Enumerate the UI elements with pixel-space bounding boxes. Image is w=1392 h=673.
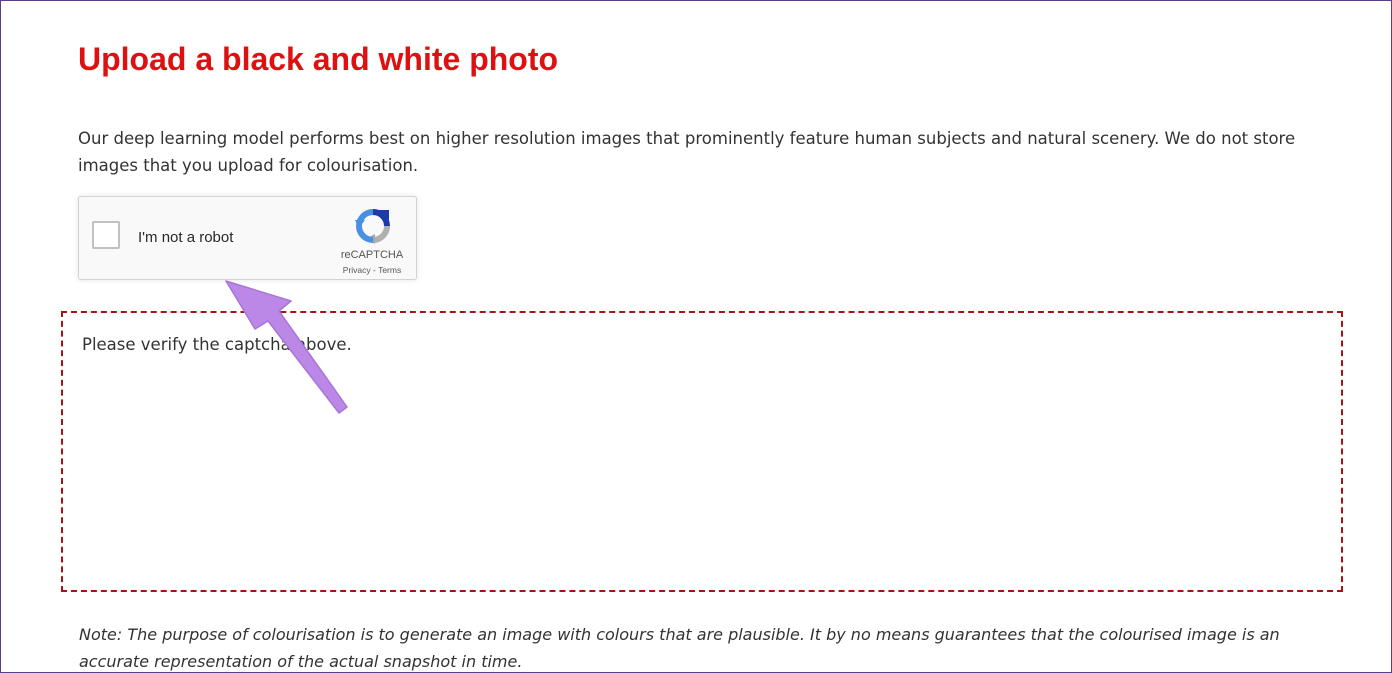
- captcha-label: I'm not a robot: [138, 229, 234, 246]
- terms-link[interactable]: Terms: [378, 265, 401, 275]
- captcha-links: Privacy - Terms: [326, 265, 418, 275]
- dropzone-message: Please verify the captcha above.: [82, 335, 352, 354]
- recaptcha-brand: reCAPTCHA: [340, 249, 404, 261]
- upload-dropzone[interactable]: Please verify the captcha above.: [61, 311, 1343, 592]
- captcha-checkbox[interactable]: [92, 221, 120, 249]
- page-frame: Upload a black and white photo Our deep …: [0, 0, 1392, 673]
- recaptcha-widget: I'm not a robot reCAPTCHA Privacy - Term…: [78, 196, 417, 280]
- intro-text: Our deep learning model performs best on…: [78, 129, 1296, 175]
- page-title: Upload a black and white photo: [78, 41, 559, 77]
- link-separator: -: [370, 265, 379, 275]
- privacy-link[interactable]: Privacy: [343, 265, 371, 275]
- recaptcha-logo-icon: [355, 209, 390, 244]
- note-text: Note: The purpose of colourisation is to…: [79, 625, 1280, 671]
